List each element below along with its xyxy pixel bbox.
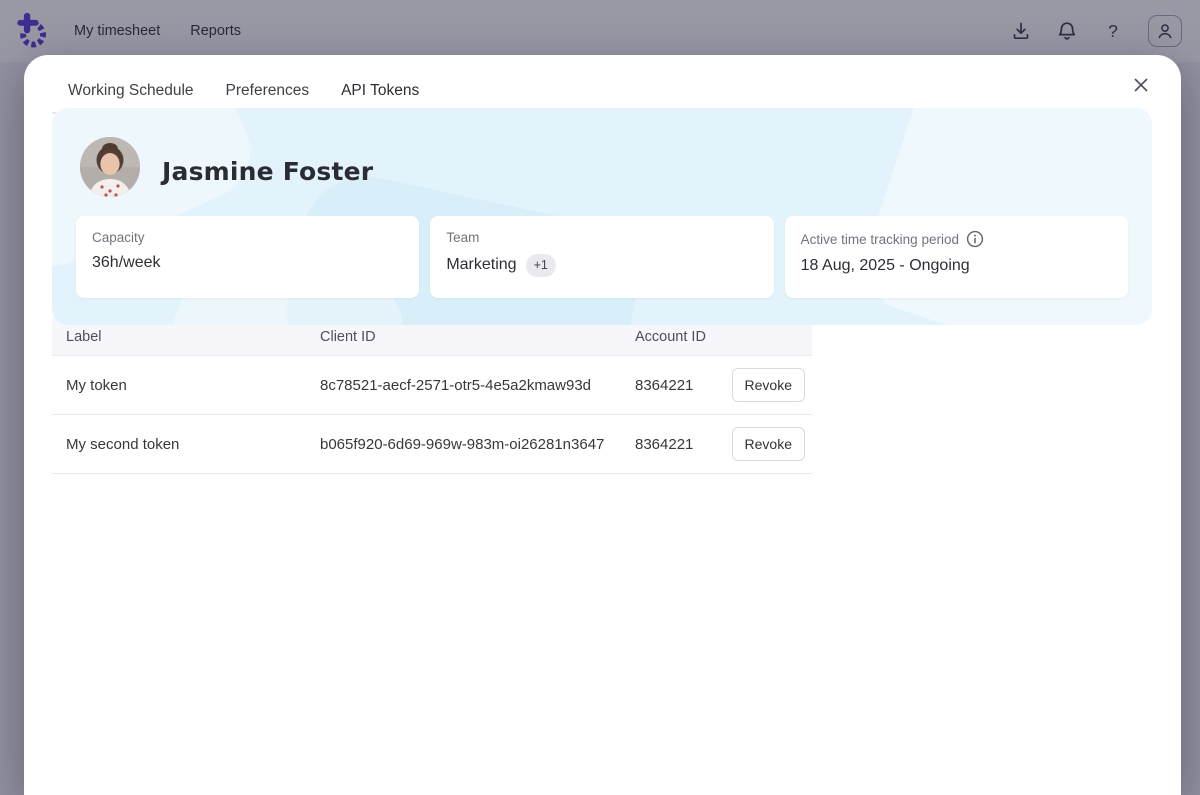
- table-row: My token 8c78521-aecf-2571-otr5-4e5a2kma…: [52, 356, 812, 415]
- team-overflow-badge[interactable]: +1: [526, 254, 556, 277]
- team-value: Marketing +1: [446, 254, 757, 277]
- revoke-token-button[interactable]: Revoke: [732, 368, 805, 402]
- capacity-label: Capacity: [92, 230, 403, 245]
- table-row: My second token b065f920-6d69-969w-983m-…: [52, 415, 812, 474]
- tracking-period-card: Active time tracking period 18 Aug, 2025…: [785, 216, 1128, 298]
- token-account-id: 8364221: [621, 377, 739, 394]
- tracking-period-value: 18 Aug, 2025 - Ongoing: [801, 257, 1112, 275]
- token-client-id: b065f920-6d69-969w-983m-oi26281n3647: [306, 436, 621, 453]
- profile-header-panel: Jasmine Foster Capacity 36h/week Team Ma…: [52, 108, 1152, 325]
- profile-name: Jasmine Foster: [162, 157, 373, 186]
- token-label: My second token: [52, 436, 306, 453]
- token-client-id: 8c78521-aecf-2571-otr5-4e5a2kmaw93d: [306, 377, 621, 394]
- user-profile-modal: Jasmine Foster Capacity 36h/week Team Ma…: [24, 55, 1181, 795]
- column-header-client-id: Client ID: [306, 329, 621, 345]
- avatar: [80, 137, 140, 197]
- column-header-account-id: Account ID: [621, 329, 739, 345]
- token-label: My token: [52, 377, 306, 394]
- capacity-value: 36h/week: [92, 254, 403, 272]
- revoke-token-button[interactable]: Revoke: [732, 427, 805, 461]
- token-account-id: 8364221: [621, 436, 739, 453]
- team-card: Team Marketing +1: [430, 216, 773, 298]
- api-tokens-table: Label Client ID Account ID My token 8c78…: [52, 318, 812, 474]
- info-icon[interactable]: [966, 230, 984, 248]
- close-icon[interactable]: [1127, 71, 1155, 99]
- tracking-period-label: Active time tracking period: [801, 230, 1112, 248]
- capacity-card: Capacity 36h/week: [76, 216, 419, 298]
- column-header-label: Label: [52, 329, 306, 345]
- tracking-period-label-text: Active time tracking period: [801, 232, 959, 247]
- profile-info-cards: Capacity 36h/week Team Marketing +1 Acti…: [76, 216, 1128, 298]
- team-name: Marketing: [446, 256, 516, 274]
- team-label: Team: [446, 230, 757, 245]
